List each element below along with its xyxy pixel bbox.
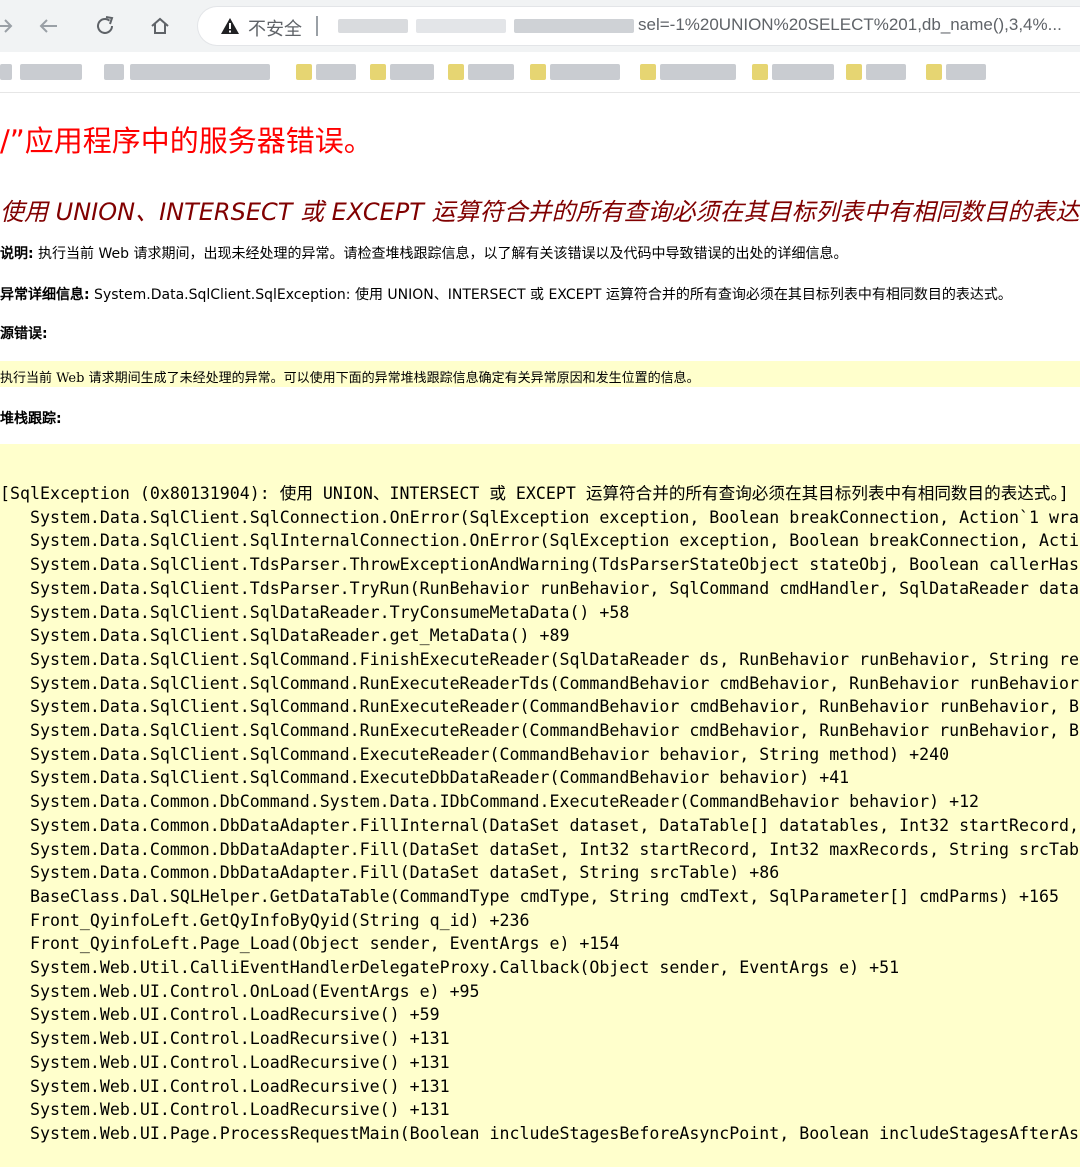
stack-trace-line: BaseClass.Dal.SQLHelper.GetDataTable(Com… xyxy=(0,886,1059,906)
bookmark-item[interactable] xyxy=(660,64,736,80)
stack-trace-line: System.Data.SqlClient.SqlCommand.RunExec… xyxy=(29,673,1080,693)
page-title: /”应用程序中的服务器错误。 xyxy=(0,124,373,158)
bookmark-favicon xyxy=(530,64,546,80)
stack-trace-line: System.Data.SqlClient.SqlCommand.RunExec… xyxy=(29,697,1080,717)
stack-trace-line: System.Web.UI.Control.LoadRecursive() +5… xyxy=(0,1005,440,1025)
bookmark-favicon xyxy=(752,64,768,80)
stack-trace-line: System.Data.SqlClient.SqlConnection.OnEr… xyxy=(29,507,1080,527)
exception-details-line: 异常详细信息: System.Data.SqlClient.SqlExcepti… xyxy=(0,284,1012,304)
stack-trace-line: System.Web.UI.Control.LoadRecursive() +1… xyxy=(0,1076,450,1096)
stack-trace-line: System.Data.SqlClient.SqlCommand.Execute… xyxy=(0,768,850,788)
stack-trace-line: System.Web.UI.Control.LoadRecursive() +1… xyxy=(0,1029,450,1049)
blurred-url-segment xyxy=(338,19,408,33)
bookmark-favicon xyxy=(846,64,862,80)
stack-trace-line: Front_QyinfoLeft.GetQyInfoByQyid(String … xyxy=(0,910,530,930)
blurred-url-segment xyxy=(514,19,634,33)
forward-partial-icon[interactable] xyxy=(0,10,20,42)
stack-trace-line: System.Web.UI.Control.LoadRecursive() +1… xyxy=(0,1100,450,1120)
source-error-text: 执行当前 Web 请求期间生成了未经处理的异常。可以使用下面的异常堆栈跟踪信息确… xyxy=(0,371,700,386)
bookmarks-bar xyxy=(0,52,1080,93)
stack-trace-line: System.Web.UI.Page.ProcessRequestMain(Bo… xyxy=(0,1123,1080,1143)
source-error-heading: 源错误: xyxy=(0,323,48,343)
divider xyxy=(316,16,318,36)
stack-trace-text: [SqlException (0x80131904): 使用 UNION、INT… xyxy=(0,482,1080,1146)
exception-label: 异常详细信息: xyxy=(0,287,90,303)
insecure-label[interactable]: 不安全 xyxy=(248,15,302,41)
bookmark-item[interactable] xyxy=(866,64,906,80)
description-line: 说明: 执行当前 Web 请求期间，出现未经处理的异常。请检查堆栈跟踪信息，以了… xyxy=(0,243,847,263)
bookmark-item[interactable] xyxy=(130,64,270,80)
bookmark-item[interactable] xyxy=(390,64,434,80)
stack-trace-line: System.Data.SqlClient.SqlInternalConnect… xyxy=(29,531,1080,551)
stack-trace-line: [SqlException (0x80131904): 使用 UNION、INT… xyxy=(0,484,1069,503)
blurred-url-segment xyxy=(416,19,506,33)
stack-trace-line: System.Data.Common.DbDataAdapter.Fill(Da… xyxy=(0,863,780,883)
bookmark-favicon xyxy=(926,64,942,80)
stack-trace-line: Front_QyinfoLeft.Page_Load(Object sender… xyxy=(0,934,620,954)
stack-trace-line: System.Data.Common.DbDataAdapter.FillInt… xyxy=(29,815,1079,835)
stack-trace-heading: 堆栈跟踪: xyxy=(0,408,62,428)
stack-trace-line: System.Data.SqlClient.TdsParser.TryRun(R… xyxy=(0,578,1080,598)
stack-trace-line: System.Web.UI.Control.LoadRecursive() +1… xyxy=(0,1052,450,1072)
bookmark-item[interactable] xyxy=(468,64,514,80)
bookmark-item[interactable] xyxy=(20,64,82,80)
bookmark-item[interactable] xyxy=(316,64,356,80)
stack-trace-label: 堆栈跟踪: xyxy=(0,411,62,427)
exception-text: System.Data.SqlClient.SqlException: 使用 U… xyxy=(89,287,1012,303)
stack-trace-line: System.Data.SqlClient.SqlCommand.RunExec… xyxy=(29,721,1080,741)
bookmark-item[interactable] xyxy=(772,64,834,80)
bookmark-item[interactable] xyxy=(104,64,124,80)
stack-trace-line: System.Data.SqlClient.SqlCommand.FinishE… xyxy=(29,649,1080,669)
address-bar[interactable]: 不安全 sel=-1%20UNION%20SELECT%201,db_name(… xyxy=(198,7,1080,45)
stack-trace-line: System.Data.SqlClient.SqlDataReader.get_… xyxy=(0,626,570,646)
bookmark-item[interactable] xyxy=(946,64,986,80)
stack-trace-line: System.Data.SqlClient.SqlDataReader.TryC… xyxy=(0,602,630,622)
bookmark-item[interactable] xyxy=(0,64,12,80)
stack-trace-line: System.Data.SqlClient.SqlCommand.Execute… xyxy=(0,744,950,764)
home-icon[interactable] xyxy=(143,10,177,42)
stack-trace-line: System.Web.UI.Control.OnLoad(EventArgs e… xyxy=(0,981,480,1001)
source-error-label: 源错误: xyxy=(0,326,48,342)
stack-trace-line: System.Data.Common.DbDataAdapter.Fill(Da… xyxy=(0,839,1080,859)
warning-triangle-icon[interactable] xyxy=(220,16,240,36)
bookmark-favicon xyxy=(448,64,464,80)
source-error-box: 执行当前 Web 请求期间生成了未经处理的异常。可以使用下面的异常堆栈跟踪信息确… xyxy=(0,361,1080,387)
stack-trace-line: System.Web.Util.CalliEventHandlerDelegat… xyxy=(0,958,900,978)
bookmark-favicon xyxy=(370,64,386,80)
bookmark-favicon xyxy=(296,64,312,80)
bookmark-favicon xyxy=(640,64,656,80)
description-text: 执行当前 Web 请求期间，出现未经处理的异常。请检查堆栈跟踪信息，以了解有关该… xyxy=(33,246,848,262)
stack-trace-line: System.Data.SqlClient.TdsParser.ThrowExc… xyxy=(29,555,1080,575)
stack-trace-line: System.Data.Common.DbCommand.System.Data… xyxy=(0,792,980,812)
reload-icon[interactable] xyxy=(88,10,122,42)
back-arrow-icon[interactable] xyxy=(32,10,66,42)
url-text[interactable]: sel=-1%20UNION%20SELECT%201,db_name(),3,… xyxy=(638,15,1062,35)
bookmark-item[interactable] xyxy=(550,64,620,80)
error-heading: 使用 UNION、INTERSECT 或 EXCEPT 运算符合并的所有查询必须… xyxy=(0,198,1080,226)
browser-toolbar: 不安全 sel=-1%20UNION%20SELECT%201,db_name(… xyxy=(0,0,1080,52)
stack-trace-box: [SqlException (0x80131904): 使用 UNION、INT… xyxy=(0,444,1080,1167)
description-label: 说明: xyxy=(0,246,34,262)
